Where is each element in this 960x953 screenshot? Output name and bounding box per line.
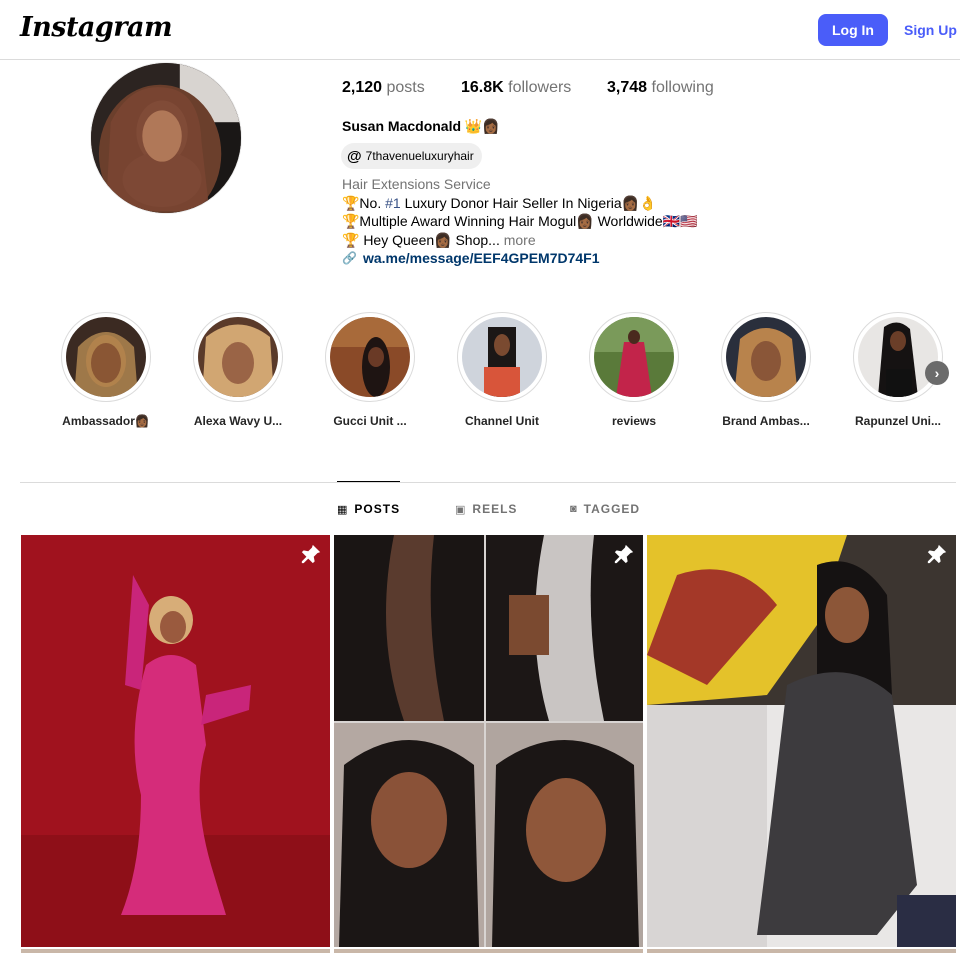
threads-badge[interactable]: @ 7thavenueluxuryhair xyxy=(341,143,482,169)
threads-icon: @ xyxy=(347,147,362,165)
highlight-ring xyxy=(325,312,415,402)
highlight-brand-ambassador[interactable]: Brand Ambas... xyxy=(706,312,826,428)
following-count: 3,748 xyxy=(607,79,648,96)
posts-count: 2,120 xyxy=(342,79,383,96)
top-header: Instagram Log In Sign Up xyxy=(0,0,960,60)
avatar-image xyxy=(91,63,241,213)
highlight-ambassador[interactable]: Ambassador👩🏾 xyxy=(46,312,166,428)
grid-icon: ▦ xyxy=(337,503,349,516)
highlight-cover xyxy=(330,317,410,397)
instagram-logo[interactable]: Instagram xyxy=(20,12,173,43)
highlight-cover xyxy=(594,317,674,397)
highlight-reviews[interactable]: reviews xyxy=(574,312,694,428)
highlight-label: Rapunzel Uni... xyxy=(854,414,941,428)
highlight-ring xyxy=(61,312,151,402)
highlight-ring xyxy=(589,312,679,402)
tab-posts[interactable]: ▦ POSTS xyxy=(337,481,401,518)
followers-stat[interactable]: 16.8K followers xyxy=(461,79,571,97)
post-image-pink-gown xyxy=(21,535,330,947)
post-tile[interactable] xyxy=(334,535,643,947)
tabs-divider xyxy=(20,482,956,483)
tab-reels[interactable]: ▣ REELS xyxy=(455,500,517,518)
signup-link[interactable]: Sign Up xyxy=(904,20,957,40)
reels-icon: ▣ xyxy=(455,503,467,516)
bio-line-1-prefix: 🏆No. xyxy=(342,194,386,211)
posts-stat: 2,120 posts xyxy=(342,79,425,97)
bio-line-2: 🏆Multiple Award Winning Hair Mogul👩🏾 Wor… xyxy=(342,213,698,229)
tab-tagged[interactable]: ◙ TAGGED xyxy=(570,500,640,518)
highlight-ring xyxy=(193,312,283,402)
posts-label: posts xyxy=(386,79,425,96)
pin-icon xyxy=(300,543,322,565)
highlight-alexa-wavy[interactable]: Alexa Wavy U... xyxy=(178,312,298,428)
post-tile-next-row[interactable] xyxy=(647,949,956,953)
followers-count: 16.8K xyxy=(461,79,504,96)
bio-line-1-suffix: Luxury Donor Hair Seller In Nigeria👩🏾👌 xyxy=(400,194,657,211)
highlights-next-button[interactable]: › xyxy=(925,361,949,385)
post-tile[interactable] xyxy=(647,535,956,947)
highlight-ring xyxy=(721,312,811,402)
profile-bio: Hair Extensions Service 🏆No. #1 Luxury D… xyxy=(342,175,762,268)
post-tile-next-row[interactable] xyxy=(21,949,330,953)
tab-posts-label: POSTS xyxy=(354,502,401,516)
bio-line-3-text: 🏆 Hey Queen👩🏾 Shop... xyxy=(342,231,500,248)
pin-icon xyxy=(613,543,635,565)
chevron-right-icon: › xyxy=(934,365,940,381)
highlight-ring xyxy=(853,312,943,402)
highlight-label: Channel Unit xyxy=(465,414,539,428)
highlight-label: reviews xyxy=(611,414,657,428)
post-image-sitting-model xyxy=(647,535,956,947)
post-image-wig-collage xyxy=(334,535,643,947)
following-label: following xyxy=(651,79,714,96)
highlight-gucci-unit[interactable]: Gucci Unit ... xyxy=(310,312,430,428)
highlight-cover xyxy=(198,317,278,397)
login-button[interactable]: Log In xyxy=(818,14,888,46)
hashtag-link[interactable]: #1 xyxy=(385,195,401,211)
highlight-cover xyxy=(858,317,938,397)
bio-line-3: 🏆 Hey Queen👩🏾 Shop... more xyxy=(342,231,762,250)
tagged-icon: ◙ xyxy=(570,503,578,515)
highlight-cover xyxy=(66,317,146,397)
post-tile[interactable] xyxy=(21,535,330,947)
bio-external-link[interactable]: 🔗 wa.me/message/EEF4GPEM7D74F1 xyxy=(342,249,762,268)
highlight-cover xyxy=(462,317,542,397)
followers-label: followers xyxy=(508,79,572,96)
bio-line-1: 🏆No. #1 Luxury Donor Hair Seller In Nige… xyxy=(342,194,762,213)
tab-reels-label: REELS xyxy=(472,502,518,516)
profile-category: Hair Extensions Service xyxy=(342,176,491,192)
threads-handle: 7thavenueluxuryhair xyxy=(365,149,474,163)
bio-more-link[interactable]: more xyxy=(500,232,536,248)
highlight-cover xyxy=(726,317,806,397)
highlight-label: Brand Ambas... xyxy=(722,414,810,428)
profile-avatar[interactable] xyxy=(90,62,242,214)
profile-name: Susan Macdonald 👑👩🏾 xyxy=(342,118,500,134)
post-tile-next-row[interactable] xyxy=(334,949,643,953)
pin-icon xyxy=(926,543,948,565)
highlight-label: Gucci Unit ... xyxy=(333,414,407,428)
highlight-label: Ambassador👩🏾 xyxy=(62,414,150,428)
highlight-label: Alexa Wavy U... xyxy=(193,414,283,428)
following-stat[interactable]: 3,748 following xyxy=(607,79,714,97)
highlight-ring xyxy=(457,312,547,402)
bio-link-text: wa.me/message/EEF4GPEM7D74F1 xyxy=(362,250,600,266)
tab-tagged-label: TAGGED xyxy=(583,502,641,516)
highlight-channel-unit[interactable]: Channel Unit xyxy=(442,312,562,428)
link-icon: 🔗 xyxy=(342,251,357,265)
